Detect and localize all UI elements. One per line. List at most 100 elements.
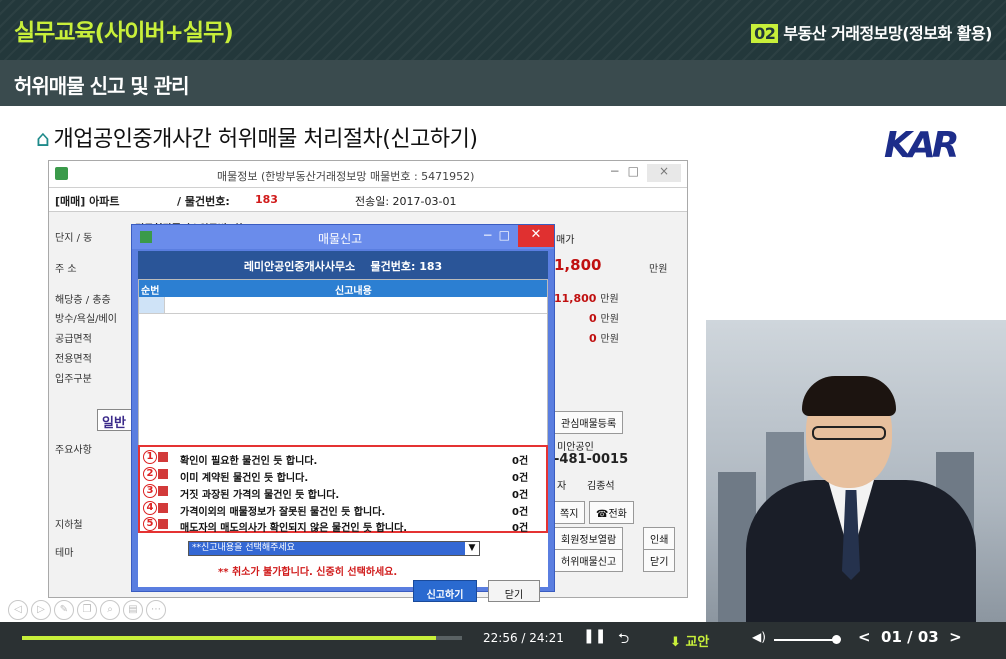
presenter-video [706,320,1006,622]
price-row-1: 11,800 만원 [554,290,619,305]
member-info-button[interactable]: 회원정보열람 [554,527,624,550]
page-indicator: 01 / 03 [881,628,939,646]
print-button[interactable]: 인쇄 [643,527,676,550]
item-number-label: / 물건번호: [177,195,230,208]
progress-bar[interactable] [22,636,462,640]
app-icon [55,167,68,180]
price-row-3-value: 0 [589,332,597,345]
fake-listing-report-button[interactable]: 허위매물신고 [554,549,624,572]
price-row-3-unit: 만원 [600,334,619,345]
reason-count: 0건 [512,490,529,501]
play-icon[interactable]: ▷ [31,600,51,620]
minimize-icon[interactable]: − [483,228,499,242]
price-main: 1,800 [554,256,602,274]
table-row-selector[interactable] [139,297,165,313]
cancel-warning: ** 취소가 불가합니다. 신중히 선택하세요. [218,567,398,578]
presenter-glasses [812,426,886,440]
listing-window-titlebar[interactable]: 매물정보 (한방부동산거래정보망 매물번호 : 5471952) −□ × [49,161,687,188]
reason-number: 4 [143,501,157,515]
note-icon[interactable]: ▤ [123,600,143,620]
volume-icon[interactable]: ◀) [752,630,766,644]
call-button[interactable]: ☎전화 [589,501,634,524]
report-reason-select[interactable]: **신고내용을 선택해주세요 ▼ [188,541,480,556]
reason-number: 3 [143,484,157,498]
volume-knob[interactable] [832,635,841,644]
interest-register-button[interactable]: 관심매물등록 [554,411,624,434]
label-complex: 단지 / 동 [55,233,93,244]
report-dialog-header: 레미안공인중개사사무소 물건번호: 183 [138,251,548,279]
report-reason-3[interactable]: 3 거짓 과장된 가격의 물건인 듯 합니다. 0건 [143,484,543,501]
download-icon: ⬇ [670,635,681,650]
maximize-icon[interactable]: □ [628,164,647,178]
prev-icon[interactable]: ◁ [8,600,28,620]
report-dialog: 매물신고 −□ ✕ 레미안공인중개사사무소 물건번호: 183 순번 신고내용 … [131,224,555,602]
lesson-title: 허위매물 신고 및 관리 [14,74,189,98]
textbook-download[interactable]: ⬇ 교안 [670,631,709,650]
price-row-2: 0 만원 [589,310,619,325]
reason-number: 2 [143,467,157,481]
report-dialog-body: 레미안공인중개사사무소 물건번호: 183 순번 신고내용 1 확인이 필요한 물… [138,251,548,602]
submit-report-button[interactable]: 신고하기 [413,580,477,602]
presenter-hair [802,376,896,416]
house-icon: ⌂ [36,127,50,152]
kar-logo: KAR [884,125,960,166]
dialog-agency: 레미안공인중개사사무소 [243,260,356,273]
report-reason-1[interactable]: 1 확인이 필요한 물건인 듯 합니다. 0건 [143,450,543,467]
course-title: 실무교육(사이버+실무) [14,20,234,46]
dialog-close-icon[interactable]: ✕ [518,225,554,247]
app-icon [140,231,152,243]
label-subway: 지하철 [55,520,83,531]
report-reason-select-value: **신고내용을 선택해주세요 [189,542,465,555]
section-label: 02 부동산 거래정보망(정보화 활용) [751,20,992,44]
slide-tools: ◁ ▷ ✎ ❐ ⌕ ▤ ⋯ [8,597,169,620]
copy-icon[interactable]: ❐ [77,600,97,620]
pen-icon[interactable]: ✎ [54,600,74,620]
agent-name: 김종석 [587,481,615,492]
lesson-header: 허위매물 신고 및 관리 [0,60,1006,106]
chevron-down-icon[interactable]: ▼ [465,542,479,555]
prev-page-icon[interactable]: < [858,628,871,646]
dialog-close-button[interactable]: 닫기 [488,580,540,602]
replay-icon[interactable]: ⮌ [618,628,629,652]
report-dialog-title: 매물신고 [318,232,363,246]
sent-date: 전송일: 2017-03-01 [355,195,457,208]
listing-type: [매매] 아파트 [55,195,120,208]
minimize-icon[interactable]: − [610,164,628,178]
reason-text: 이미 계약된 물건인 듯 합니다. [180,473,309,484]
reason-icon [158,503,168,513]
table-row-line [139,313,547,314]
progress-fill [22,636,436,640]
label-theme: 테마 [55,548,74,559]
zoom-icon[interactable]: ⌕ [100,600,120,620]
playback-time: 22:56 / 24:21 [483,631,564,645]
next-page-icon[interactable]: > [949,628,962,646]
report-dialog-titlebar[interactable]: 매물신고 −□ ✕ [132,225,554,249]
slide-heading-text: 개업공인중개사간 허위매물 처리절차(신고하기) [53,127,478,152]
price-row-1-value: 11,800 [554,292,597,305]
listing-summary: [매매] 아파트 / 물건번호: 183 전송일: 2017-03-01 [49,188,687,212]
col-content: 신고내용 [335,286,372,297]
report-history-table: 순번 신고내용 [138,279,548,446]
report-reason-5[interactable]: 5 매도자의 매도의사가 확인되지 않은 물건인 듯 합니다. 0건 [143,517,543,534]
message-button[interactable]: 쪽지 [553,501,586,524]
listing-close-button[interactable]: 닫기 [643,549,676,572]
slide-heading: ⌂ 개업공인중개사간 허위매물 처리절차(신고하기) [36,121,478,153]
close-icon[interactable]: × [647,164,681,182]
reason-count: 0건 [512,523,529,534]
pause-icon[interactable]: ❚❚ [583,628,606,644]
report-reason-2[interactable]: 2 이미 계약된 물건인 듯 합니다. 0건 [143,467,543,484]
reason-number: 5 [143,517,157,531]
price-row-1-unit: 만원 [600,294,619,305]
label-move-in: 입주구분 [55,374,92,385]
reason-count: 0건 [512,507,529,518]
report-reason-4[interactable]: 4 가격이외의 매물정보가 잘못된 물건인 듯 합니다. 0건 [143,501,543,518]
course-header: 실무교육(사이버+실무) 02 부동산 거래정보망(정보화 활용) [0,0,1006,60]
dialog-item-label: 물건번호: [370,260,416,273]
reason-icon [158,469,168,479]
more-icon[interactable]: ⋯ [146,600,166,620]
label-address: 주 소 [55,264,77,275]
report-table-header: 순번 신고내용 [139,280,547,297]
maximize-icon[interactable]: □ [499,228,516,242]
volume-slider[interactable] [774,639,836,641]
section-title: 부동산 거래정보망(정보화 활용) [783,24,992,43]
